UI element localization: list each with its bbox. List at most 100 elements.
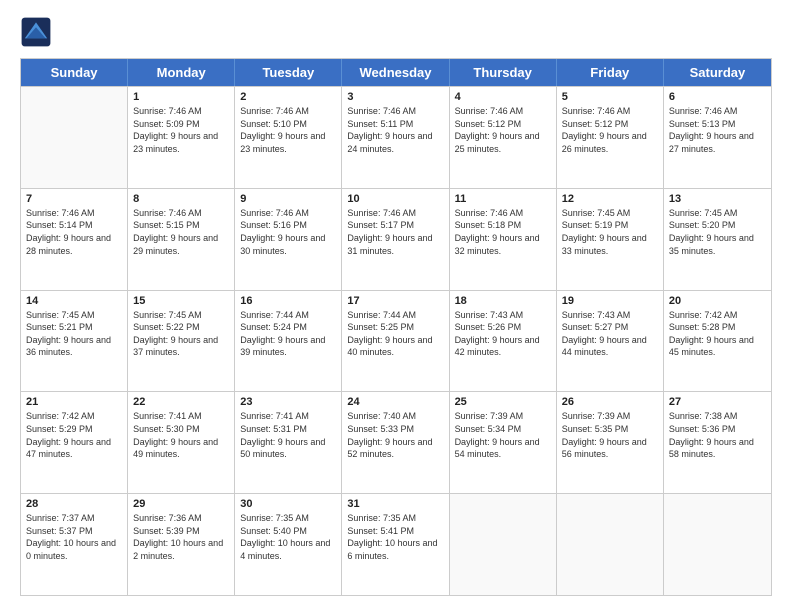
day-cell: 16Sunrise: 7:44 AMSunset: 5:24 PMDayligh… <box>235 291 342 392</box>
day-number: 27 <box>669 396 766 408</box>
day-info: Sunrise: 7:35 AMSunset: 5:41 PMDaylight:… <box>347 512 443 562</box>
day-info: Sunrise: 7:42 AMSunset: 5:28 PMDaylight:… <box>669 309 766 359</box>
day-cell: 25 Sunrise: 7:39 AMSunset: 5:34 PMDayligh… <box>450 392 557 493</box>
day-number: 20 <box>669 295 766 307</box>
day-number: 25 <box>455 396 551 408</box>
day-cell: 12 Sunrise: 7:45 AMSunset: 5:19 PMDayligh… <box>557 189 664 290</box>
day-number: 29 <box>133 498 229 510</box>
week-row-4: 28Sunrise: 7:37 AMSunset: 5:37 PMDayligh… <box>21 493 771 595</box>
day-number: 11 <box>455 193 551 205</box>
logo <box>20 16 56 48</box>
day-info: Sunrise: 7:46 AMSunset: 5:12 PMDaylight:… <box>455 105 551 155</box>
day-info: Sunrise: 7:44 AMSunset: 5:25 PMDaylight:… <box>347 309 443 359</box>
day-cell: 24 Sunrise: 7:40 AMSunset: 5:33 PMDayligh… <box>342 392 449 493</box>
day-number: 30 <box>240 498 336 510</box>
day-cell: 3 Sunrise: 7:46 AMSunset: 5:11 PMDaylight… <box>342 87 449 188</box>
day-info: Sunrise: 7:45 AMSunset: 5:19 PMDaylight:… <box>562 207 658 257</box>
day-cell <box>557 494 664 595</box>
day-cell: 9 Sunrise: 7:46 AMSunset: 5:16 PMDaylight… <box>235 189 342 290</box>
day-number: 19 <box>562 295 658 307</box>
week-row-2: 14Sunrise: 7:45 AMSunset: 5:21 PMDayligh… <box>21 290 771 392</box>
day-info: Sunrise: 7:39 AMSunset: 5:34 PMDaylight:… <box>455 410 551 460</box>
day-header-thursday: Thursday <box>450 59 557 86</box>
day-number: 31 <box>347 498 443 510</box>
day-info: Sunrise: 7:37 AMSunset: 5:37 PMDaylight:… <box>26 512 122 562</box>
day-number: 8 <box>133 193 229 205</box>
day-cell: 28Sunrise: 7:37 AMSunset: 5:37 PMDayligh… <box>21 494 128 595</box>
day-info: Sunrise: 7:39 AMSunset: 5:35 PMDaylight:… <box>562 410 658 460</box>
day-cell: 10Sunrise: 7:46 AMSunset: 5:17 PMDayligh… <box>342 189 449 290</box>
day-number: 17 <box>347 295 443 307</box>
day-cell: 4 Sunrise: 7:46 AMSunset: 5:12 PMDaylight… <box>450 87 557 188</box>
week-row-3: 21Sunrise: 7:42 AMSunset: 5:29 PMDayligh… <box>21 391 771 493</box>
day-cell: 22 Sunrise: 7:41 AMSunset: 5:30 PMDayligh… <box>128 392 235 493</box>
day-number: 9 <box>240 193 336 205</box>
day-number: 1 <box>133 91 229 103</box>
day-cell: 26 Sunrise: 7:39 AMSunset: 5:35 PMDayligh… <box>557 392 664 493</box>
day-number: 16 <box>240 295 336 307</box>
logo-icon <box>20 16 52 48</box>
day-cell <box>21 87 128 188</box>
day-number: 26 <box>562 396 658 408</box>
day-info: Sunrise: 7:41 AMSunset: 5:31 PMDaylight:… <box>240 410 336 460</box>
day-number: 23 <box>240 396 336 408</box>
day-info: Sunrise: 7:41 AMSunset: 5:30 PMDaylight:… <box>133 410 229 460</box>
day-cell: 30 Sunrise: 7:35 AMSunset: 5:40 PMDayligh… <box>235 494 342 595</box>
day-headers: SundayMondayTuesdayWednesdayThursdayFrid… <box>21 59 771 86</box>
day-number: 5 <box>562 91 658 103</box>
calendar-page: SundayMondayTuesdayWednesdayThursdayFrid… <box>0 0 792 612</box>
day-cell: 1 Sunrise: 7:46 AMSunset: 5:09 PMDaylight… <box>128 87 235 188</box>
day-cell: 27 Sunrise: 7:38 AMSunset: 5:36 PMDayligh… <box>664 392 771 493</box>
day-header-saturday: Saturday <box>664 59 771 86</box>
day-info: Sunrise: 7:46 AMSunset: 5:14 PMDaylight:… <box>26 207 122 257</box>
day-cell <box>664 494 771 595</box>
day-number: 3 <box>347 91 443 103</box>
day-cell: 29 Sunrise: 7:36 AMSunset: 5:39 PMDayligh… <box>128 494 235 595</box>
day-number: 15 <box>133 295 229 307</box>
day-header-sunday: Sunday <box>21 59 128 86</box>
day-cell <box>450 494 557 595</box>
day-info: Sunrise: 7:38 AMSunset: 5:36 PMDaylight:… <box>669 410 766 460</box>
day-number: 12 <box>562 193 658 205</box>
day-info: Sunrise: 7:46 AMSunset: 5:10 PMDaylight:… <box>240 105 336 155</box>
calendar: SundayMondayTuesdayWednesdayThursdayFrid… <box>20 58 772 596</box>
day-cell: 8 Sunrise: 7:46 AMSunset: 5:15 PMDaylight… <box>128 189 235 290</box>
day-header-wednesday: Wednesday <box>342 59 449 86</box>
day-info: Sunrise: 7:46 AMSunset: 5:09 PMDaylight:… <box>133 105 229 155</box>
day-cell: 18 Sunrise: 7:43 AMSunset: 5:26 PMDayligh… <box>450 291 557 392</box>
day-header-tuesday: Tuesday <box>235 59 342 86</box>
day-header-friday: Friday <box>557 59 664 86</box>
day-cell: 7Sunrise: 7:46 AMSunset: 5:14 PMDaylight… <box>21 189 128 290</box>
day-cell: 5 Sunrise: 7:46 AMSunset: 5:12 PMDaylight… <box>557 87 664 188</box>
day-number: 2 <box>240 91 336 103</box>
day-number: 18 <box>455 295 551 307</box>
day-cell: 15Sunrise: 7:45 AMSunset: 5:22 PMDayligh… <box>128 291 235 392</box>
day-info: Sunrise: 7:40 AMSunset: 5:33 PMDaylight:… <box>347 410 443 460</box>
day-cell: 23 Sunrise: 7:41 AMSunset: 5:31 PMDayligh… <box>235 392 342 493</box>
day-info: Sunrise: 7:46 AMSunset: 5:16 PMDaylight:… <box>240 207 336 257</box>
day-header-monday: Monday <box>128 59 235 86</box>
day-cell: 2 Sunrise: 7:46 AMSunset: 5:10 PMDaylight… <box>235 87 342 188</box>
day-number: 22 <box>133 396 229 408</box>
day-info: Sunrise: 7:46 AMSunset: 5:11 PMDaylight:… <box>347 105 443 155</box>
day-cell: 19 Sunrise: 7:43 AMSunset: 5:27 PMDayligh… <box>557 291 664 392</box>
day-cell: 31 Sunrise: 7:35 AMSunset: 5:41 PMDayligh… <box>342 494 449 595</box>
day-info: Sunrise: 7:46 AMSunset: 5:15 PMDaylight:… <box>133 207 229 257</box>
day-info: Sunrise: 7:45 AMSunset: 5:20 PMDaylight:… <box>669 207 766 257</box>
calendar-body: 1 Sunrise: 7:46 AMSunset: 5:09 PMDaylight… <box>21 86 771 595</box>
day-cell: 17 Sunrise: 7:44 AMSunset: 5:25 PMDayligh… <box>342 291 449 392</box>
day-number: 21 <box>26 396 122 408</box>
day-number: 24 <box>347 396 443 408</box>
day-number: 6 <box>669 91 766 103</box>
day-number: 4 <box>455 91 551 103</box>
day-info: Sunrise: 7:43 AMSunset: 5:27 PMDaylight:… <box>562 309 658 359</box>
day-info: Sunrise: 7:43 AMSunset: 5:26 PMDaylight:… <box>455 309 551 359</box>
week-row-0: 1 Sunrise: 7:46 AMSunset: 5:09 PMDaylight… <box>21 86 771 188</box>
day-info: Sunrise: 7:35 AMSunset: 5:40 PMDaylight:… <box>240 512 336 562</box>
day-cell: 21Sunrise: 7:42 AMSunset: 5:29 PMDayligh… <box>21 392 128 493</box>
day-number: 13 <box>669 193 766 205</box>
day-info: Sunrise: 7:36 AMSunset: 5:39 PMDaylight:… <box>133 512 229 562</box>
day-number: 10 <box>347 193 443 205</box>
day-cell: 6Sunrise: 7:46 AMSunset: 5:13 PMDaylight… <box>664 87 771 188</box>
day-info: Sunrise: 7:46 AMSunset: 5:12 PMDaylight:… <box>562 105 658 155</box>
